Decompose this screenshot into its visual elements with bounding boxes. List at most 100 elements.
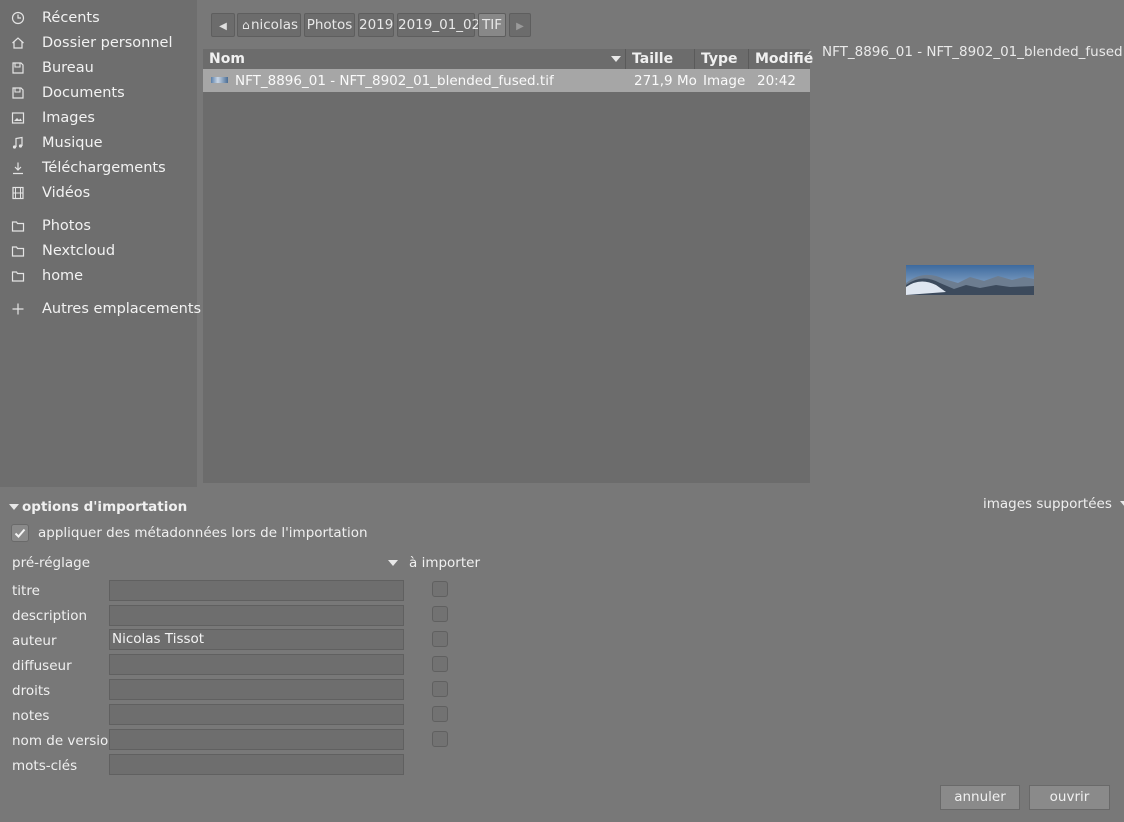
path-segment-label: 2019 (359, 17, 394, 33)
path-segment-label: TIF (482, 17, 502, 33)
preset-dropdown[interactable] (109, 553, 404, 573)
places-sidebar: Récents Dossier personnel Bureau Documen… (0, 0, 201, 487)
chevron-down-icon (388, 560, 398, 566)
import-version-name-checkbox[interactable] (432, 731, 448, 747)
field-label-auteur: auteur (12, 633, 57, 649)
checkmark-icon (14, 528, 26, 538)
field-label-version-name: nom de version (12, 733, 117, 749)
sidebar-item-home-folder[interactable]: Dossier personnel (0, 32, 197, 57)
preview-title: NFT_8896_01 - NFT_8902_01_blended_fused.… (822, 44, 1124, 60)
version-name-field[interactable] (109, 729, 404, 750)
sidebar-item-musique[interactable]: Musique (0, 132, 197, 157)
folder-icon (11, 61, 25, 75)
home-icon: ⌂ (242, 18, 250, 32)
import-title-checkbox[interactable] (432, 581, 448, 597)
sidebar-item-bureau[interactable]: Bureau (0, 57, 197, 82)
chevron-down-icon (1120, 501, 1124, 507)
sort-down-icon (611, 56, 621, 62)
folder-icon (11, 219, 25, 233)
file-type-filter[interactable]: images supportées (983, 496, 1124, 512)
sidebar-item-telechargements[interactable]: Téléchargements (0, 157, 197, 182)
sidebar-item-images[interactable]: Images (0, 107, 197, 132)
file-modified: 20:42 (757, 73, 796, 89)
file-list: Nom Taille Type Modifié NFT_8896_01 - NF… (203, 49, 814, 483)
file-size: 271,9 Mo (634, 73, 697, 89)
home-icon (11, 36, 25, 50)
sidebar-item-label: Musique (42, 135, 103, 151)
sidebar-item-label: Images (42, 110, 95, 126)
film-icon (11, 186, 25, 200)
field-label-diffuseur: diffuseur (12, 658, 72, 674)
music-icon (11, 136, 25, 150)
publisher-field[interactable] (109, 654, 404, 675)
sidebar-item-other-locations[interactable]: Autres emplacements (0, 298, 201, 323)
column-label: Taille (632, 51, 674, 67)
chevron-left-icon: ◀ (219, 21, 227, 32)
keywords-field[interactable] (109, 754, 404, 775)
description-field[interactable] (109, 605, 404, 626)
field-label-droits: droits (12, 683, 51, 699)
sidebar-item-label: Autres emplacements (42, 301, 202, 317)
filter-label: images supportées (983, 496, 1112, 512)
column-size-header[interactable]: Taille (626, 49, 695, 69)
rights-field[interactable] (109, 679, 404, 700)
apply-metadata-label: appliquer des métadonnées lors de l'impo… (38, 525, 368, 541)
import-author-checkbox[interactable] (432, 631, 448, 647)
import-description-checkbox[interactable] (432, 606, 448, 622)
sidebar-item-label: Photos (42, 218, 91, 234)
path-back-button[interactable]: ◀ (211, 13, 235, 37)
path-forward-button[interactable]: ▶ (509, 13, 531, 37)
path-segment-label: 2019_01_02 (398, 17, 481, 33)
import-publisher-checkbox[interactable] (432, 656, 448, 672)
sidebar-item-label: home (42, 268, 84, 284)
file-row[interactable]: NFT_8896_01 - NFT_8902_01_blended_fused.… (203, 69, 810, 92)
sidebar-item-label: Dossier personnel (42, 35, 173, 51)
title-field[interactable] (109, 580, 404, 601)
panorama-image (906, 265, 1034, 295)
sidebar-item-recents[interactable]: Récents (0, 7, 197, 32)
sidebar-item-label: Documents (42, 85, 125, 101)
import-options-toggle[interactable]: options d'importation (9, 499, 187, 515)
image-icon (11, 111, 25, 125)
preset-label: pré-réglage (12, 555, 91, 571)
sidebar-item-home[interactable]: home (0, 265, 197, 290)
sidebar-item-label: Nextcloud (42, 243, 116, 259)
sidebar-item-photos[interactable]: Photos (0, 215, 197, 240)
apply-metadata-checkbox[interactable] (11, 524, 29, 542)
import-options-label: options d'importation (22, 499, 188, 515)
column-modified-header[interactable]: Modifié (749, 49, 814, 69)
column-label: Modifié (755, 51, 814, 67)
plus-icon (11, 302, 25, 316)
folder-icon (11, 86, 25, 100)
column-label: Type (701, 51, 738, 67)
sidebar-item-nextcloud[interactable]: Nextcloud (0, 240, 197, 265)
field-label-titre: titre (12, 583, 40, 599)
expander-down-icon (9, 504, 19, 510)
path-segment-label: nicolas (250, 17, 298, 33)
field-label-notes: notes (12, 708, 50, 724)
column-name-header[interactable]: Nom (203, 49, 626, 69)
sidebar-item-label: Récents (42, 10, 100, 26)
sidebar-item-videos[interactable]: Vidéos (0, 182, 197, 207)
sidebar-item-documents[interactable]: Documents (0, 82, 197, 107)
path-segment-tif[interactable]: TIF (478, 13, 506, 37)
chevron-right-icon: ▶ (516, 21, 524, 32)
field-label-keywords: mots-clés (12, 758, 78, 774)
field-label-description: description (12, 608, 88, 624)
sidebar-item-label: Téléchargements (42, 160, 166, 176)
path-segment-nicolas[interactable]: ⌂ nicolas (237, 13, 301, 37)
path-segment-2019-01-02[interactable]: 2019_01_02 (397, 13, 480, 37)
image-file-icon (211, 77, 228, 83)
column-type-header[interactable]: Type (695, 49, 749, 69)
preview-thumbnail (906, 265, 1034, 295)
import-rights-checkbox[interactable] (432, 681, 448, 697)
notes-field[interactable] (109, 704, 404, 725)
path-segment-2019[interactable]: 2019 (358, 13, 394, 37)
folder-icon (11, 244, 25, 258)
open-button[interactable]: ouvrir (1029, 785, 1110, 810)
author-field[interactable]: Nicolas Tissot (109, 629, 404, 650)
sidebar-item-label: Vidéos (42, 185, 91, 201)
cancel-button[interactable]: annuler (940, 785, 1020, 810)
path-segment-photos[interactable]: Photos (304, 13, 355, 37)
import-notes-checkbox[interactable] (432, 706, 448, 722)
